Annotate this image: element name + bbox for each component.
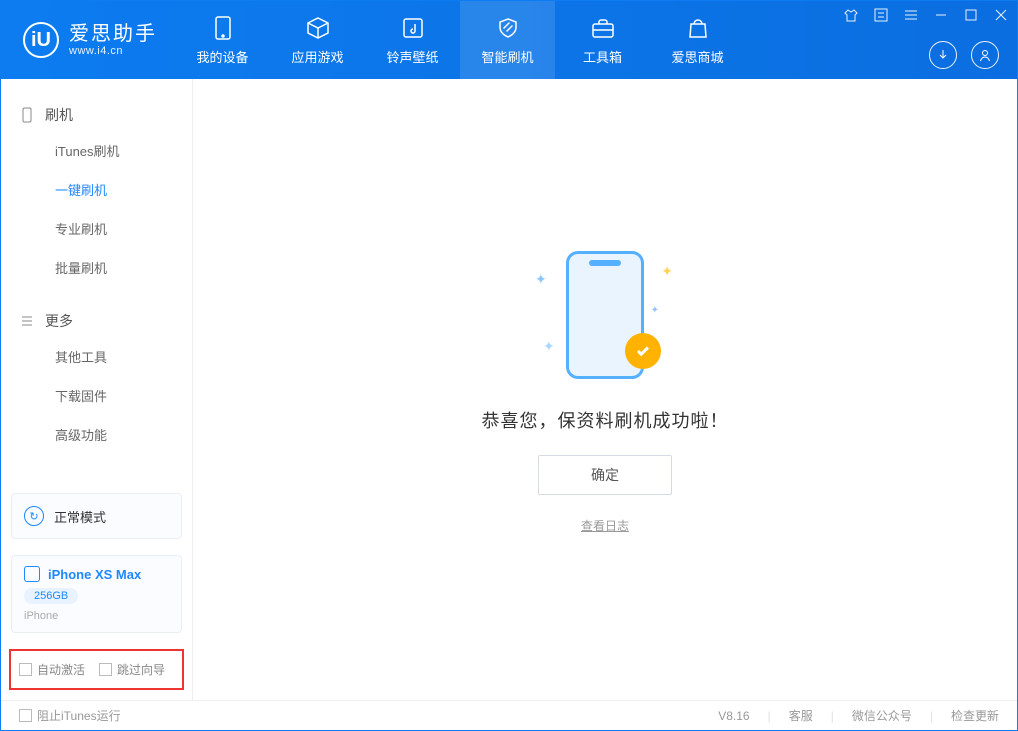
checkbox-block-itunes[interactable]: 阻止iTunes运行 xyxy=(19,707,121,724)
app-title: 爱思助手 xyxy=(69,23,157,45)
group-title: 刷机 xyxy=(45,105,73,125)
sidebar: 刷机 iTunes刷机 一键刷机 专业刷机 批量刷机 更多 其他工具 下载固件 … xyxy=(1,79,193,700)
shield-icon xyxy=(495,15,521,41)
sidebar-item-download-firmware[interactable]: 下载固件 xyxy=(1,376,192,415)
sidebar-group-flash: 刷机 iTunes刷机 一键刷机 专业刷机 批量刷机 xyxy=(1,99,192,287)
view-log-link[interactable]: 查看日志 xyxy=(581,517,629,534)
device-name: iPhone XS Max xyxy=(48,567,141,582)
shirt-icon[interactable] xyxy=(843,7,859,23)
phone-icon xyxy=(19,107,35,123)
version-label: V8.16 xyxy=(718,709,749,723)
music-icon xyxy=(400,15,426,41)
ok-button[interactable]: 确定 xyxy=(538,455,672,495)
check-icon xyxy=(625,333,661,369)
sidebar-item-advanced[interactable]: 高级功能 xyxy=(1,415,192,454)
checkbox-auto-activate[interactable]: 自动激活 xyxy=(19,661,85,678)
header-right-actions xyxy=(929,41,999,69)
close-button[interactable] xyxy=(993,7,1009,23)
sidebar-item-itunes-flash[interactable]: iTunes刷机 xyxy=(1,131,192,170)
user-icon[interactable] xyxy=(971,41,999,69)
titlebar: iU 爱思助手 www.i4.cn 我的设备 应用游戏 铃声壁纸 智能刷机 工具… xyxy=(1,1,1017,79)
minimize-button[interactable] xyxy=(933,7,949,23)
mode-icon: ↻ xyxy=(24,506,44,526)
list-icon xyxy=(19,313,35,329)
tab-toolbox[interactable]: 工具箱 xyxy=(555,1,650,79)
success-message: 恭喜您，保资料刷机成功啦！ xyxy=(482,407,729,433)
sidebar-item-other-tools[interactable]: 其他工具 xyxy=(1,337,192,376)
logo-icon: iU xyxy=(23,22,59,58)
download-icon[interactable] xyxy=(929,41,957,69)
list-icon[interactable] xyxy=(873,7,889,23)
tab-label: 爱思商城 xyxy=(671,47,723,66)
storage-badge: 256GB xyxy=(24,588,78,604)
tab-label: 我的设备 xyxy=(196,47,248,66)
tab-ringtones-wallpapers[interactable]: 铃声壁纸 xyxy=(365,1,460,79)
device-card[interactable]: iPhone XS Max 256GB iPhone xyxy=(11,555,182,633)
main-content: ✦ ✦ ✦ ✦ 恭喜您，保资料刷机成功啦！ 确定 查看日志 xyxy=(193,79,1017,700)
tab-my-device[interactable]: 我的设备 xyxy=(175,1,270,79)
maximize-button[interactable] xyxy=(963,7,979,23)
tab-label: 铃声壁纸 xyxy=(386,47,438,66)
mode-card[interactable]: ↻ 正常模式 xyxy=(11,493,182,539)
sidebar-item-oneclick-flash[interactable]: 一键刷机 xyxy=(1,170,192,209)
window-controls xyxy=(843,7,1009,23)
sparkle-icon: ✦ xyxy=(535,271,547,288)
sparkle-icon: ✦ xyxy=(651,305,659,316)
group-title: 更多 xyxy=(45,311,73,331)
app-logo: iU 爱思助手 www.i4.cn xyxy=(1,1,175,79)
sparkle-icon: ✦ xyxy=(543,338,555,355)
device-icon xyxy=(210,15,236,41)
tab-label: 智能刷机 xyxy=(481,47,533,66)
status-link-wechat[interactable]: 微信公众号 xyxy=(852,707,912,724)
statusbar: 阻止iTunes运行 V8.16 | 客服 | 微信公众号 | 检查更新 xyxy=(1,700,1017,730)
tab-label: 工具箱 xyxy=(583,47,622,66)
mode-label: 正常模式 xyxy=(54,507,106,526)
sidebar-group-header: 更多 xyxy=(1,305,192,337)
phone-icon xyxy=(24,566,40,582)
sidebar-item-pro-flash[interactable]: 专业刷机 xyxy=(1,209,192,248)
tab-apps-games[interactable]: 应用游戏 xyxy=(270,1,365,79)
sidebar-item-batch-flash[interactable]: 批量刷机 xyxy=(1,248,192,287)
sparkle-icon: ✦ xyxy=(661,263,673,280)
checkbox-skip-guide[interactable]: 跳过向导 xyxy=(99,661,165,678)
success-illustration: ✦ ✦ ✦ ✦ xyxy=(525,245,685,385)
tab-smart-flash[interactable]: 智能刷机 xyxy=(460,1,555,79)
toolbox-icon xyxy=(590,15,616,41)
status-link-support[interactable]: 客服 xyxy=(789,707,813,724)
tab-store[interactable]: 爱思商城 xyxy=(650,1,745,79)
flash-options-highlight: 自动激活 跳过向导 xyxy=(9,649,184,690)
tab-label: 应用游戏 xyxy=(291,47,343,66)
sidebar-group-more: 更多 其他工具 下载固件 高级功能 xyxy=(1,305,192,454)
menu-icon[interactable] xyxy=(903,7,919,23)
status-link-update[interactable]: 检查更新 xyxy=(951,707,999,724)
device-type: iPhone xyxy=(24,610,169,622)
bag-icon xyxy=(685,15,711,41)
app-subtitle: www.i4.cn xyxy=(69,45,157,57)
cube-icon xyxy=(305,15,331,41)
sidebar-group-header: 刷机 xyxy=(1,99,192,131)
